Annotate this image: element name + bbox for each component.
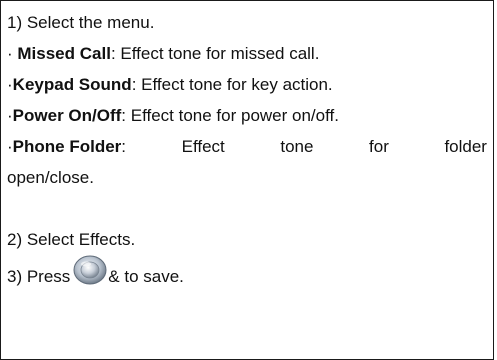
item-missed-call: · Missed Call: Effect tone for missed ca… [7,38,491,69]
desc-power-on-off: : Effect tone for power on/off. [121,106,339,125]
colon: : [121,137,127,156]
instruction-content: 1) Select the menu. · Missed Call: Effec… [7,7,491,286]
word: for [369,137,389,156]
step-1: 1) Select the menu. [7,13,155,32]
term-power-on-off: Power On/Off [12,106,122,125]
item-keypad-sound: ·Keypad Sound: Effect tone for key actio… [7,69,491,100]
step-2: 2) Select Effects. [7,230,136,249]
desc-missed-call: : Effect tone for missed call. [110,44,320,63]
bullet: · [7,44,18,63]
phone-folder-continuation: open/close. [7,168,94,187]
step-3-suffix: & to save. [108,267,184,286]
item-phone-folder: ·Phone Folder: Effect tone for folder [7,131,487,162]
word: tone [280,137,314,156]
word: folder [444,137,487,156]
phone-folder-head: ·Phone Folder: [7,131,126,162]
step-3-prefix: 3) Press [7,267,71,286]
term-missed-call: Missed Call [17,44,111,63]
ok-button-icon [73,255,107,285]
item-power-on-off: ·Power On/Off: Effect tone for power on/… [7,100,491,131]
term-keypad-sound: Keypad Sound [12,75,132,94]
step-3: 3) Press & to save. [7,255,491,286]
word: Effect [181,137,225,156]
term-phone-folder: Phone Folder [12,137,122,156]
instruction-box: 1) Select the menu. · Missed Call: Effec… [0,0,494,360]
desc-keypad-sound: : Effect tone for key action. [131,75,333,94]
